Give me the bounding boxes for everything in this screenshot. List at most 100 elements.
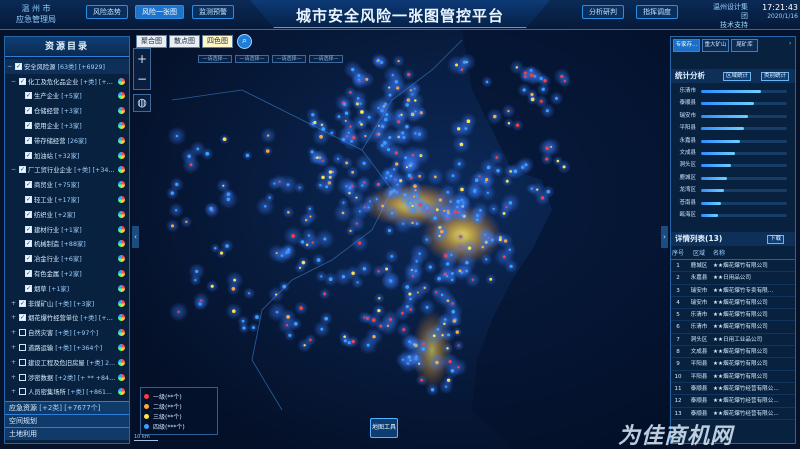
tree-row[interactable]: + 建设工程及危旧房屋 [+类] 2...: [5, 355, 129, 370]
tree-row[interactable]: ✓ 商贸业 [+75家]: [5, 177, 129, 192]
checkbox[interactable]: ✓: [19, 166, 26, 174]
tree-row[interactable]: ✓ 带存储经营 [26家]: [5, 133, 129, 148]
tree-row[interactable]: ✓ 烟草 [+1家]: [5, 281, 129, 296]
checkbox[interactable]: [19, 373, 26, 381]
expand-toggle-icon[interactable]: +: [11, 388, 17, 395]
tree-row[interactable]: + ✓ 烟花爆竹经营单位 [+类] [+3家]: [5, 311, 129, 326]
tree-row[interactable]: ✓ 使用企业 [+3家]: [5, 118, 129, 133]
table-row[interactable]: 6 乐清市 ★★烟花爆竹有限公司: [671, 321, 795, 334]
tree-row[interactable]: ✓ 有色金属 [+2家]: [5, 266, 129, 281]
filter-select-1[interactable]: —请选择—: [198, 55, 232, 63]
checkbox[interactable]: ✓: [25, 136, 32, 144]
tree-row[interactable]: ✓ 建材行业 [+1家]: [5, 222, 129, 237]
nav-risk-map[interactable]: 风险一张图: [135, 5, 184, 19]
tree-row[interactable]: ✓ 仓储经营 [+3家]: [5, 103, 129, 118]
checkbox[interactable]: [19, 358, 26, 366]
expand-toggle-icon[interactable]: −: [11, 166, 17, 173]
filter-select-3[interactable]: —请选择—: [272, 55, 306, 63]
table-row[interactable]: 9 平阳县 ★★烟花爆竹有限公司: [671, 358, 795, 371]
tree-row[interactable]: − ✓ 安全风险源 [63类] [+6929]: [5, 59, 129, 74]
nav-risk-situation[interactable]: 风险态势: [86, 5, 128, 19]
table-row[interactable]: 10 平阳县 ★★烟花爆竹有限公司: [671, 371, 795, 383]
checkbox[interactable]: ✓: [25, 270, 32, 278]
tab-four-color-map[interactable]: 四色图: [202, 35, 233, 48]
checkbox[interactable]: ✓: [25, 92, 32, 100]
nav-command[interactable]: 指挥调度: [636, 5, 678, 19]
map-tools-button[interactable]: 地图工具: [370, 418, 398, 438]
tab-scroll-icon[interactable]: ›: [789, 40, 791, 47]
filter-select-4[interactable]: —请选择—: [309, 55, 343, 63]
checkbox[interactable]: ✓: [19, 77, 26, 85]
type-stats-button[interactable]: 类别统计: [761, 72, 790, 81]
expand-toggle-icon[interactable]: +: [11, 300, 17, 307]
tree-row[interactable]: + ✓ 非煤矿山 [+类] [+3家]: [5, 296, 129, 311]
tree-row[interactable]: −✓厂工贸行业企业 [+类] [+345家]: [5, 163, 129, 178]
table-row[interactable]: 12 泰顺县 ★★烟花爆竹经营有限公...: [671, 395, 795, 408]
expand-toggle-icon[interactable]: +: [11, 344, 17, 351]
expand-toggle-icon[interactable]: +: [11, 329, 17, 336]
expand-toggle-icon[interactable]: −: [11, 78, 17, 85]
checkbox[interactable]: ✓: [25, 240, 32, 248]
table-row[interactable]: 8 文成县 ★★烟花爆竹有限公司: [671, 346, 795, 359]
checkbox[interactable]: [19, 344, 26, 352]
download-button[interactable]: 下载: [767, 235, 785, 244]
table-row[interactable]: 11 泰顺县 ★★烟花爆竹经营有限公...: [671, 383, 795, 396]
col-region: 区域: [692, 250, 705, 257]
tab-tailings[interactable]: 尾矿库: [731, 39, 758, 52]
checkbox[interactable]: ✓: [25, 122, 32, 130]
checkbox[interactable]: ✓: [19, 299, 26, 307]
tree-row[interactable]: ✓ 生产企业 [+5家]: [5, 89, 129, 104]
tree-row[interactable]: + 道路运输 [+类] [+364个]: [5, 340, 129, 355]
globe-icon[interactable]: ◍: [133, 94, 151, 112]
tab-cluster-map[interactable]: 聚合图: [136, 35, 167, 48]
nav-monitor-warning[interactable]: 监测预警: [192, 5, 234, 19]
nav-analysis[interactable]: 分析研判: [582, 5, 624, 19]
checkbox[interactable]: ✓: [25, 284, 32, 292]
expand-toggle-icon[interactable]: +: [11, 359, 17, 366]
tree-row[interactable]: + 自然灾害 [+类] [+97个]: [5, 325, 129, 340]
section-bar[interactable]: 土地利用: [5, 427, 129, 441]
zoom-in-icon[interactable]: +: [134, 49, 150, 69]
tree-row[interactable]: ✓ 纺织业 [+2家]: [5, 207, 129, 222]
section-bar[interactable]: 应急资源 [+2类] [+7677个]: [5, 401, 129, 415]
checkbox[interactable]: ✓: [19, 314, 26, 322]
tree-row[interactable]: ✓ 机械制造 [+88家]: [5, 237, 129, 252]
table-row[interactable]: 5 乐清市 ★★烟花爆竹有限公司: [671, 309, 795, 322]
tab-major-mines[interactable]: 重大矿山: [702, 39, 729, 52]
expand-toggle-icon[interactable]: −: [7, 63, 13, 70]
checkbox[interactable]: ✓: [25, 181, 32, 189]
checkbox[interactable]: ✓: [25, 210, 32, 218]
checkbox[interactable]: [19, 329, 26, 337]
checkbox[interactable]: ✓: [25, 196, 32, 204]
tree-row[interactable]: ✓ 冶金行业 [+6家]: [5, 251, 129, 266]
expand-toggle-icon[interactable]: +: [11, 374, 17, 381]
tab-experts[interactable]: 专家存...: [673, 39, 700, 52]
tree-row[interactable]: − ✓ 化工及危化品企业 [+类] [+1...: [5, 74, 129, 89]
table-row[interactable]: 3 瑞安市 ★★烟花爆竹专卖有限...: [671, 285, 795, 297]
tab-scatter-map[interactable]: 散点图: [169, 35, 200, 48]
tree-row[interactable]: ✓ 轻工业 [+17家]: [5, 192, 129, 207]
checkbox[interactable]: ✓: [15, 62, 22, 70]
table-row[interactable]: 1 鹿城区 ★★烟花爆竹有限公司: [671, 260, 795, 273]
filter-select-2[interactable]: —请选择—: [235, 55, 269, 63]
checkbox[interactable]: ✓: [25, 151, 32, 159]
search-icon[interactable]: ⌕: [237, 34, 252, 49]
checkbox[interactable]: ✓: [25, 107, 32, 115]
section-bar[interactable]: 空间规划: [5, 414, 129, 428]
region-stats-button[interactable]: 区域统计: [723, 72, 752, 81]
checkbox[interactable]: ✓: [25, 225, 32, 233]
risk-heat-map[interactable]: 聚合图 散点图 四色图 ⌕ —请选择— —请选择— —请选择— —请选择— + …: [132, 30, 668, 449]
checkbox[interactable]: ✓: [25, 255, 32, 263]
checkbox[interactable]: [19, 388, 26, 396]
expand-toggle-icon[interactable]: +: [11, 314, 17, 321]
table-row[interactable]: 4 瑞安市 ★★烟花爆竹有限公司: [671, 297, 795, 310]
collapse-right-icon[interactable]: ›: [661, 226, 668, 248]
tree-row[interactable]: + 涉密数据 [+2类] [+ ** +846个]: [5, 370, 129, 385]
collapse-left-icon[interactable]: ‹: [132, 226, 139, 248]
table-row[interactable]: 2 永嘉县 ★★日用品公司: [671, 272, 795, 285]
zoom-out-icon[interactable]: −: [134, 69, 150, 89]
tree-row[interactable]: ✓ 加油站 [+32家]: [5, 148, 129, 163]
risk-point: [170, 224, 175, 228]
tree-row[interactable]: + 人员密集场所 [+类] [+861...: [5, 385, 129, 400]
table-row[interactable]: 7 洞头区 ★★日用工业品公司: [671, 334, 795, 347]
